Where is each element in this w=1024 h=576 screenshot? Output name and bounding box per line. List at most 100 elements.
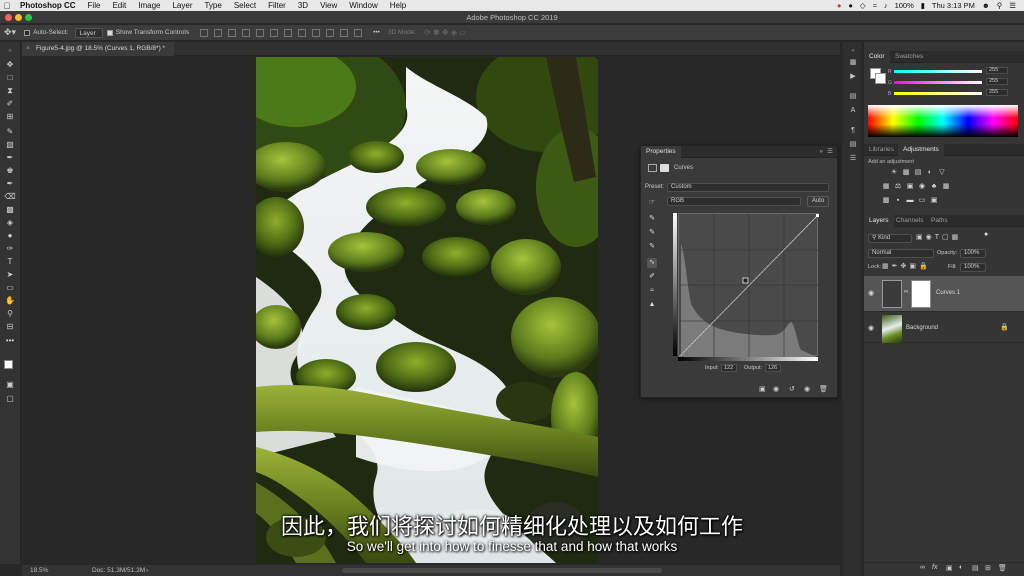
vibrance-icon[interactable]: ▽ [938, 169, 946, 177]
layer-visibility-icon[interactable]: ◉ [868, 289, 874, 297]
more-tools-icon[interactable]: ••• [4, 335, 16, 346]
collapse-tools-icon[interactable]: » [4, 46, 16, 57]
blue-slider[interactable] [894, 92, 982, 95]
delete-layer-icon[interactable]: 🗑 [998, 564, 1007, 572]
doc-size[interactable]: Doc: 51.3M/51.3M [92, 565, 145, 576]
minimize-window-button[interactable] [15, 14, 22, 21]
history-panel-icon[interactable]: ▦ [848, 58, 858, 68]
history-brush-tool-icon[interactable]: ✒ [4, 178, 16, 189]
exposure-icon[interactable]: ◐ [926, 169, 934, 177]
quick-select-tool-icon[interactable]: ✐ [4, 98, 16, 109]
filter-toggle-icon[interactable]: ● [984, 231, 988, 238]
wifi-icon[interactable]: ≈ [873, 1, 877, 10]
collapse-dock-icon[interactable]: « [848, 46, 858, 56]
auto-select-option[interactable]: Auto-Select: [20, 29, 72, 36]
menu-3d[interactable]: 3D [292, 1, 314, 10]
paths-tab[interactable]: Paths [926, 215, 953, 227]
eyedropper-tool-icon[interactable]: ✎ [4, 126, 16, 137]
brush-tool-icon[interactable]: ✒ [4, 152, 16, 163]
menu-image[interactable]: Image [132, 1, 166, 10]
reset-icon[interactable]: ↺ [789, 385, 795, 393]
type-tool-icon[interactable]: T [4, 256, 16, 267]
gradient-tool-icon[interactable]: ▩ [4, 204, 16, 215]
path-selection-tool-icon[interactable]: ➤ [4, 269, 16, 280]
adjustments-tab[interactable]: Adjustments [898, 144, 944, 156]
paragraph-panel-icon[interactable]: ¶ [848, 126, 858, 136]
point-curve-tool-icon[interactable]: ∿ [647, 258, 657, 268]
layers-tab[interactable]: Layers [864, 215, 894, 227]
eraser-tool-icon[interactable]: ⌫ [4, 191, 16, 202]
smooth-curve-icon[interactable]: ≈ [647, 286, 657, 296]
edit-toolbar-icon[interactable]: ⊟ [4, 321, 16, 332]
zoom-window-button[interactable] [25, 14, 32, 21]
blue-value[interactable]: 255 [986, 89, 1008, 96]
threshold-icon[interactable]: ▬ [906, 197, 914, 205]
more-options-icon[interactable]: ••• [369, 29, 384, 36]
gray-point-eyedropper-icon[interactable]: ✎ [647, 228, 657, 238]
status-arrow-icon[interactable]: › [146, 565, 148, 576]
menu-layer[interactable]: Layer [166, 1, 198, 10]
align-vcenter-icon[interactable] [214, 28, 223, 37]
posterize-icon[interactable]: ▪ [894, 197, 902, 205]
character-panel-icon[interactable]: A [848, 106, 858, 116]
brush-settings-icon[interactable]: ▤ [848, 92, 858, 102]
view-previous-icon[interactable]: ◉ [773, 385, 779, 393]
layer-row-background[interactable]: ◉ Background 🔒 [864, 313, 1024, 343]
properties-tab[interactable]: Properties [641, 146, 681, 158]
layer-mask-thumbnail[interactable] [911, 280, 931, 308]
output-field[interactable]: 126 [765, 364, 781, 372]
menu-type[interactable]: Type [198, 1, 227, 10]
lock-icons[interactable]: ▦✒✥▣🔒 [882, 262, 931, 270]
rectangle-tool-icon[interactable]: ▭ [4, 282, 16, 293]
auto-select-target-dropdown[interactable]: Layer [75, 27, 103, 38]
pen-tool-icon[interactable]: ✑ [4, 243, 16, 254]
menu-view[interactable]: View [314, 1, 343, 10]
gradient-map-icon[interactable]: ▭ [918, 197, 926, 205]
menu-filter[interactable]: Filter [262, 1, 292, 10]
clone-stamp-tool-icon[interactable]: ♚ [4, 165, 16, 176]
distribute-right-icon[interactable] [354, 28, 363, 37]
libraries-tab[interactable]: Libraries [864, 144, 899, 156]
menu-window[interactable]: Window [343, 1, 383, 10]
color-spectrum[interactable] [868, 105, 1018, 137]
red-value[interactable]: 255 [986, 67, 1008, 74]
input-field[interactable]: 122 [721, 364, 737, 372]
selective-color-icon[interactable]: ▣ [930, 197, 938, 205]
auto-select-checkbox[interactable] [24, 29, 31, 36]
align-top-icon[interactable] [200, 28, 209, 37]
marquee-tool-icon[interactable]: □ [4, 72, 16, 83]
color-tab[interactable]: Color [864, 51, 890, 63]
preset-dropdown[interactable]: Custom [667, 183, 829, 192]
document-image[interactable] [256, 57, 598, 563]
panel-menu-icon[interactable]: ☰ [827, 146, 833, 158]
hue-saturation-icon[interactable]: ▦ [882, 183, 890, 191]
new-group-icon[interactable]: ▤ [972, 564, 979, 572]
dropbox-icon[interactable]: ◇ [860, 1, 866, 10]
mask-icon[interactable] [660, 164, 669, 172]
green-slider[interactable] [894, 81, 982, 84]
auto-button[interactable]: Auto [807, 196, 829, 207]
move-tool-preset-icon[interactable]: ✥▾ [0, 27, 20, 38]
new-adjustment-icon[interactable]: ◐ [959, 564, 963, 571]
layer-name-background[interactable]: Background [906, 325, 938, 331]
delete-adjustment-icon[interactable]: 🗑 [819, 385, 828, 393]
filter-kind-dropdown[interactable]: ⚲ Kind [868, 234, 912, 243]
horizontal-scrollbar[interactable] [342, 568, 662, 573]
document-tab[interactable]: × Figure5-4.jpg @ 18.5% (Curves 1, RGB/8… [22, 42, 174, 56]
align-bottom-icon[interactable] [228, 28, 237, 37]
distribute-left-icon[interactable] [326, 28, 335, 37]
menu-help[interactable]: Help [384, 1, 412, 10]
menu-list-icon[interactable]: ☰ [1009, 1, 1016, 10]
curves-adjust-icon[interactable]: ▤ [914, 169, 922, 177]
layer-row-curves[interactable]: ◉ ∞ Curves 1 [864, 276, 1024, 312]
background-swatch[interactable] [875, 73, 886, 84]
layer-visibility-icon[interactable]: ◉ [868, 324, 874, 332]
black-white-icon[interactable]: ▣ [906, 183, 914, 191]
move-tool-icon[interactable]: ✥ [4, 59, 16, 70]
pencil-curve-tool-icon[interactable]: ✐ [647, 272, 657, 282]
color-balance-icon[interactable]: ⚖ [894, 183, 902, 191]
channel-mixer-icon[interactable]: ♣ [930, 183, 938, 191]
lasso-tool-icon[interactable]: ⧗ [4, 85, 16, 96]
properties-panel-icon[interactable]: ☰ [848, 154, 858, 164]
brightness-contrast-icon[interactable]: ☀ [890, 169, 898, 177]
